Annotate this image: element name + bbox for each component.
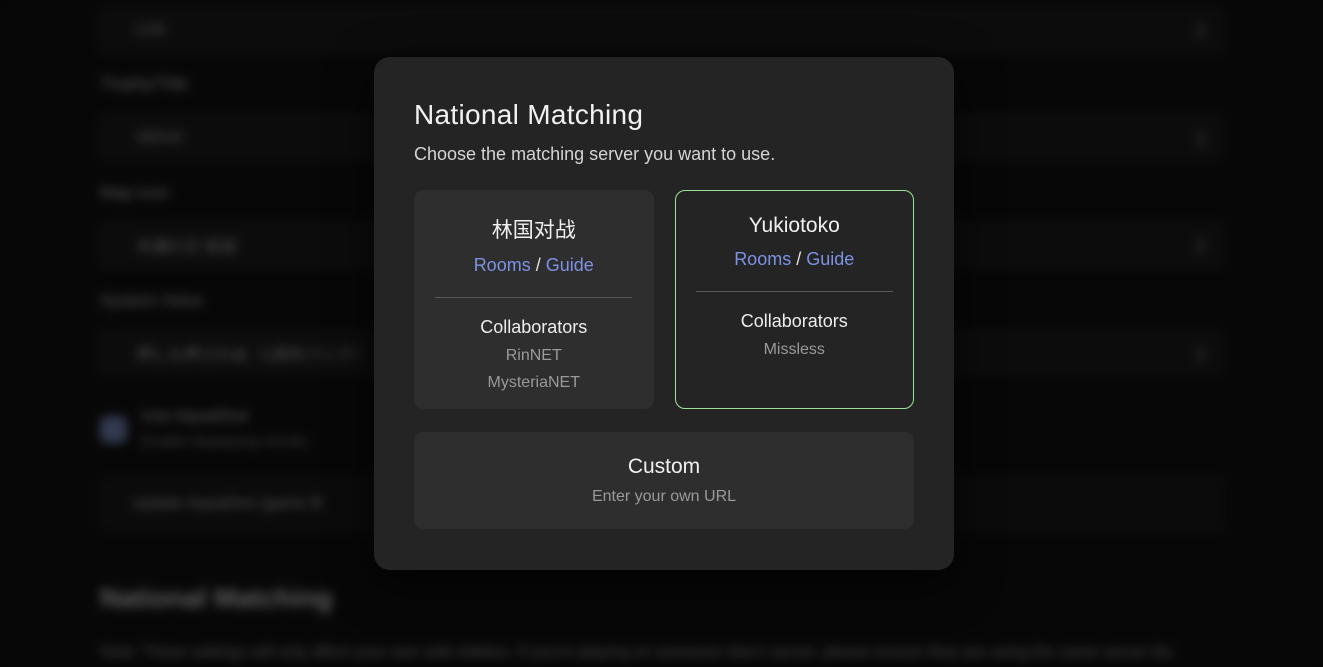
modal-subtitle: Choose the matching server you want to u… (414, 144, 914, 165)
guide-link[interactable]: Guide (546, 255, 594, 275)
server-links: Rooms / Guide (415, 255, 653, 276)
link-separator: / (536, 255, 541, 275)
rooms-link[interactable]: Rooms (474, 255, 531, 275)
guide-link[interactable]: Guide (806, 249, 854, 269)
custom-card-subtitle: Enter your own URL (592, 488, 736, 506)
server-links: Rooms / Guide (676, 249, 914, 270)
server-options: 林国对战 Rooms / Guide Collaborators RinNET … (414, 190, 914, 409)
card-divider (696, 291, 893, 292)
national-matching-modal: National Matching Choose the matching se… (374, 57, 954, 570)
custom-server-card[interactable]: Custom Enter your own URL (414, 432, 914, 529)
modal-title: National Matching (414, 99, 914, 131)
collaborator-item: Missless (676, 341, 914, 359)
collaborators-heading: Collaborators (415, 317, 653, 338)
server-name: Yukiotoko (676, 214, 914, 238)
custom-card-title: Custom (628, 455, 700, 479)
link-separator: / (796, 249, 801, 269)
collaborator-item: MysteriaNET (415, 374, 653, 392)
server-name: 林国对战 (415, 214, 653, 244)
card-divider (435, 297, 632, 298)
collaborators-heading: Collaborators (676, 311, 914, 332)
server-card-linguo[interactable]: 林国对战 Rooms / Guide Collaborators RinNET … (414, 190, 654, 409)
server-card-yukiotoko[interactable]: Yukiotoko Rooms / Guide Collaborators Mi… (675, 190, 915, 409)
collaborator-item: RinNET (415, 347, 653, 365)
rooms-link[interactable]: Rooms (734, 249, 791, 269)
